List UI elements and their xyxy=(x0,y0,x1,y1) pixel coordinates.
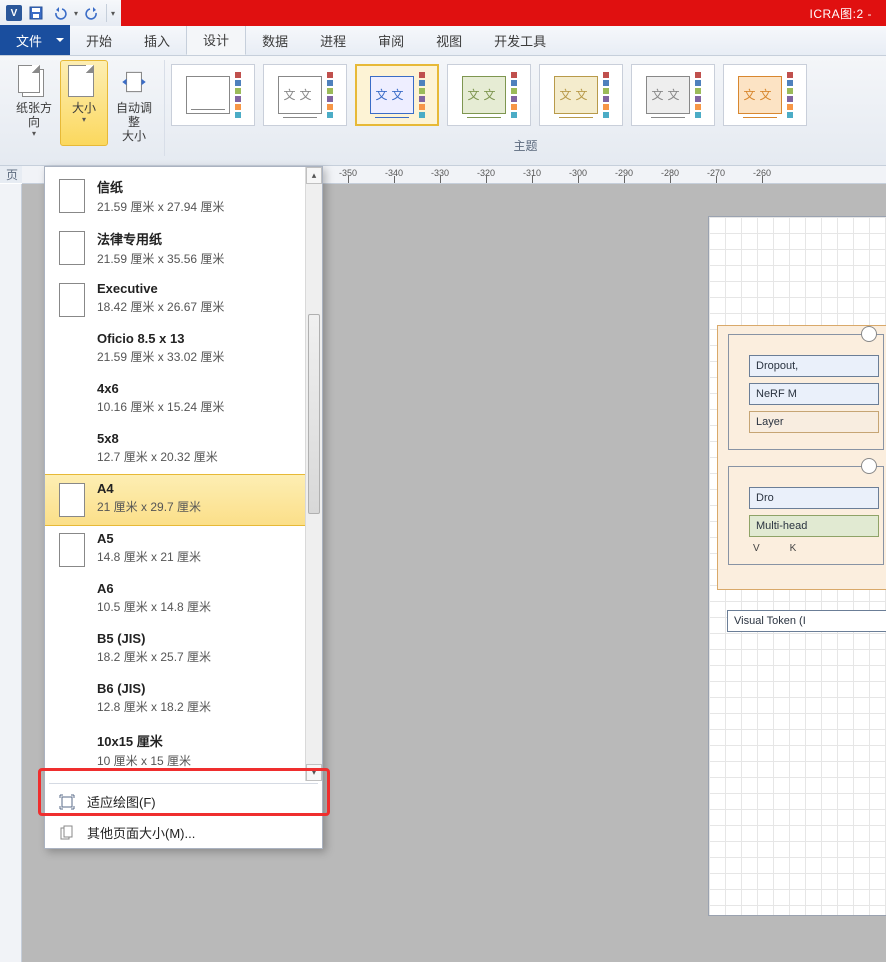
size-option-dim: 21.59 厘米 x 35.56 厘米 xyxy=(97,250,224,267)
page-icon xyxy=(59,533,85,567)
themes-group-label: 主题 xyxy=(165,137,886,156)
size-dropdown: 信纸 21.59 厘米 x 27.94 厘米法律专用纸 21.59 厘米 x 35.… xyxy=(44,166,323,849)
dropdown-scrollbar[interactable]: ▴ ▾ xyxy=(305,167,322,781)
diagram-box[interactable]: Dro xyxy=(749,487,879,509)
size-option-name: A6 xyxy=(97,581,211,596)
scroll-up-button[interactable]: ▴ xyxy=(306,167,322,184)
theme-item[interactable]: 文文 xyxy=(723,64,807,126)
title-strip: ICRA图:2 - xyxy=(121,0,886,26)
qat-undo-button[interactable] xyxy=(50,3,70,23)
size-option[interactable]: A6 10.5 厘米 x 14.8 厘米 xyxy=(45,575,322,625)
size-button[interactable]: 大小 ▾ xyxy=(60,60,108,146)
size-option-name: A4 xyxy=(97,481,201,496)
tab-审阅[interactable]: 审阅 xyxy=(362,25,420,55)
size-option-dim: 21 厘米 x 29.7 厘米 xyxy=(97,498,201,515)
size-option[interactable]: A4 21 厘米 x 29.7 厘米 xyxy=(45,475,322,525)
page-icon xyxy=(59,483,85,517)
size-option-name: Oficio 8.5 x 13 xyxy=(97,331,224,346)
diagram-box[interactable]: Multi-head xyxy=(749,515,879,537)
page-icon xyxy=(59,231,85,265)
workspace: 页 -360-350-340-330-320-310-300-290-280-2… xyxy=(0,166,886,962)
size-option-dim: 18.2 厘米 x 25.7 厘米 xyxy=(97,648,211,665)
size-option[interactable]: 10x15 厘米 10 厘米 x 15 厘米 xyxy=(45,725,322,777)
size-option-name: 信纸 xyxy=(97,177,224,196)
size-option-name: 法律专用纸 xyxy=(97,229,224,248)
tab-开发工具[interactable]: 开发工具 xyxy=(478,25,562,55)
size-option[interactable]: B6 (JIS) 12.8 厘米 x 18.2 厘米 xyxy=(45,675,322,725)
size-option[interactable]: Oficio 8.5 x 13 21.59 厘米 x 33.02 厘米 xyxy=(45,325,322,375)
pages-icon xyxy=(59,825,75,841)
orientation-button[interactable]: 纸张方向 ▾ xyxy=(10,60,58,146)
title-bar: V ▾ ▾ ICRA图:2 - xyxy=(0,0,886,26)
tab-设计[interactable]: 设计 xyxy=(186,23,246,55)
size-option[interactable]: 法律专用纸 21.59 厘米 x 35.56 厘米 xyxy=(45,223,322,275)
fit-to-drawing-item[interactable]: 适应绘图(F) xyxy=(45,786,322,817)
size-option[interactable]: Executive 18.42 厘米 x 26.67 厘米 xyxy=(45,275,322,325)
size-option-name: Executive xyxy=(97,281,224,296)
qat-save-button[interactable] xyxy=(26,3,46,23)
drawing-page[interactable]: Dropout, NeRF M Layer Dro Multi-head V K xyxy=(708,216,886,916)
tab-数据[interactable]: 数据 xyxy=(246,25,304,55)
size-option[interactable]: 5x8 12.7 厘米 x 20.32 厘米 xyxy=(45,425,322,475)
theme-item[interactable]: 文文 xyxy=(263,64,347,126)
size-option-dim: 21.59 厘米 x 27.94 厘米 xyxy=(97,198,224,215)
ribbon-tabs: 文件 开始插入设计数据进程审阅视图开发工具 xyxy=(0,26,886,56)
size-option[interactable]: 4x6 10.16 厘米 x 15.24 厘米 xyxy=(45,375,322,425)
size-option-name: 4x6 xyxy=(97,381,224,396)
vertical-ruler xyxy=(0,184,22,962)
size-option[interactable]: A5 14.8 厘米 x 21 厘米 xyxy=(45,525,322,575)
size-option[interactable]: 信纸 21.59 厘米 x 27.94 厘米 xyxy=(45,171,322,223)
app-icon: V xyxy=(6,5,22,21)
size-option-name: B5 (JIS) xyxy=(97,631,211,646)
size-option-name: A5 xyxy=(97,531,201,546)
diagram-box[interactable]: NeRF M xyxy=(749,383,879,405)
document-title: ICRA图:2 - xyxy=(809,5,872,22)
theme-item[interactable]: 文文 xyxy=(539,64,623,126)
size-option-dim: 21.59 厘米 x 33.02 厘米 xyxy=(97,348,224,365)
diagram-content: Dropout, NeRF M Layer Dro Multi-head V K xyxy=(717,325,886,638)
file-tab[interactable]: 文件 xyxy=(0,25,70,55)
quick-access-toolbar: V ▾ ▾ xyxy=(0,3,121,23)
fit-icon xyxy=(59,794,75,810)
scroll-down-button[interactable]: ▾ xyxy=(306,764,322,781)
size-option-dim: 12.7 厘米 x 20.32 厘米 xyxy=(97,448,218,465)
page-setup-group: 纸张方向 ▾ 大小 ▾ 自动调整大小 xyxy=(4,60,165,156)
more-page-sizes-item[interactable]: 其他页面大小(M)... xyxy=(45,817,322,848)
diagram-box[interactable]: Dropout, xyxy=(749,355,879,377)
tab-插入[interactable]: 插入 xyxy=(128,25,186,55)
scroll-thumb[interactable] xyxy=(308,314,320,514)
theme-item[interactable]: 文文 xyxy=(447,64,531,126)
size-option-dim: 10.16 厘米 x 15.24 厘米 xyxy=(97,398,224,415)
size-option-dim: 10.5 厘米 x 14.8 厘米 xyxy=(97,598,211,615)
size-option[interactable]: B5 (JIS) 18.2 厘米 x 25.7 厘米 xyxy=(45,625,322,675)
qat-redo-button[interactable] xyxy=(82,3,102,23)
theme-item[interactable] xyxy=(171,64,255,126)
autofit-button[interactable]: 自动调整大小 xyxy=(110,60,158,146)
size-option-name: B6 (JIS) xyxy=(97,681,211,696)
tab-进程[interactable]: 进程 xyxy=(304,25,362,55)
size-option-dim: 12.8 厘米 x 18.2 厘米 xyxy=(97,698,211,715)
size-option-dim: 18.42 厘米 x 26.67 厘米 xyxy=(97,298,224,315)
size-option-name: 10x15 厘米 xyxy=(97,731,191,750)
size-option-dim: 10 厘米 x 15 厘米 xyxy=(97,752,191,769)
diagram-box[interactable]: Layer xyxy=(749,411,879,433)
size-option-name: 5x8 xyxy=(97,431,218,446)
theme-gallery[interactable]: 文文文文文文文文文文文文 xyxy=(165,60,886,126)
theme-item[interactable]: 文文 xyxy=(355,64,439,126)
tab-视图[interactable]: 视图 xyxy=(420,25,478,55)
size-option-dim: 14.8 厘米 x 21 厘米 xyxy=(97,548,201,565)
diagram-box[interactable]: Visual Token (I xyxy=(727,610,886,632)
page-icon xyxy=(59,179,85,213)
page-icon xyxy=(59,283,85,317)
tab-开始[interactable]: 开始 xyxy=(70,25,128,55)
ribbon: 纸张方向 ▾ 大小 ▾ 自动调整大小 文文文文文文文文文文文文 主题 xyxy=(0,56,886,166)
theme-item[interactable]: 文文 xyxy=(631,64,715,126)
